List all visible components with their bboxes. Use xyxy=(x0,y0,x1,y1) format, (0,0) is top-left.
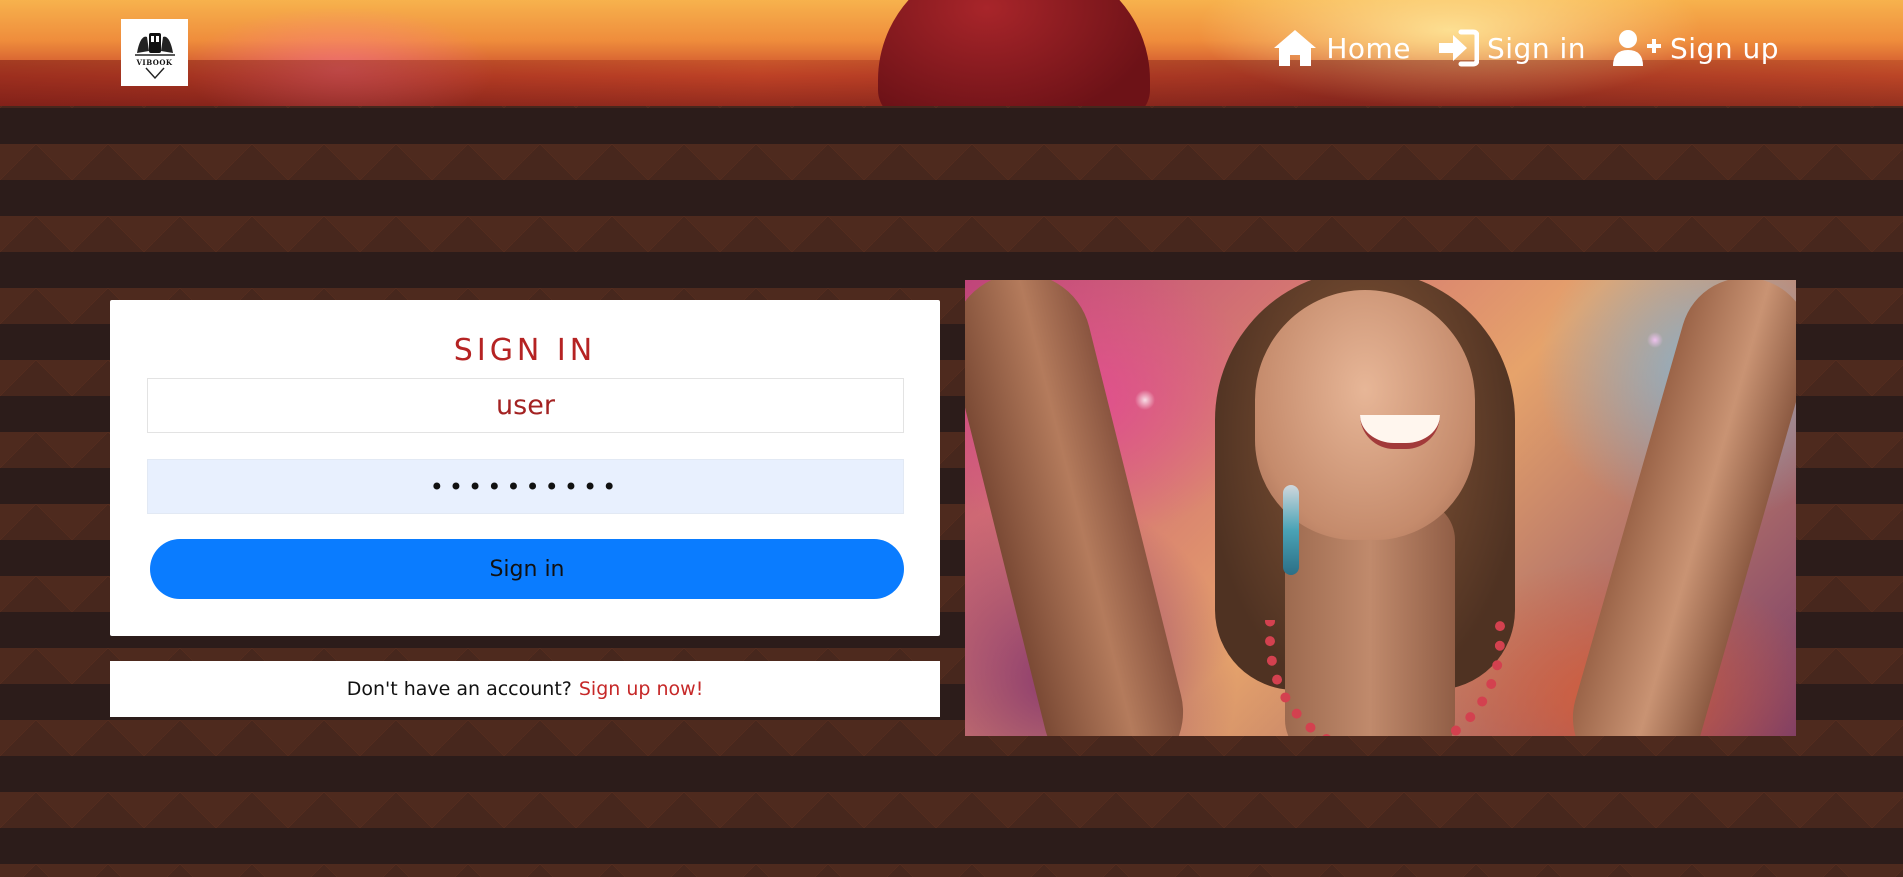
nav-sign-up[interactable]: Sign up xyxy=(1612,28,1779,68)
sign-in-button[interactable]: Sign in xyxy=(150,539,904,599)
sign-in-title: SIGN IN xyxy=(453,333,597,368)
sign-up-link[interactable]: Sign up now! xyxy=(579,678,703,700)
hero-arm-right xyxy=(1557,280,1796,736)
nav-home[interactable]: Home xyxy=(1272,28,1411,68)
logo-icon xyxy=(134,32,175,56)
nav-sign-up-label: Sign up xyxy=(1670,31,1779,65)
sign-in-icon xyxy=(1439,29,1479,67)
sign-up-prompt-text: Don't have an account? xyxy=(346,678,572,700)
header-background-photo xyxy=(878,0,1150,106)
nav-home-label: Home xyxy=(1326,31,1411,65)
nav-sign-in[interactable]: Sign in xyxy=(1437,29,1586,67)
sign-up-prompt: Don't have an account? Sign up now! xyxy=(110,661,940,717)
username-input[interactable] xyxy=(147,378,904,433)
logo-chevron-icon xyxy=(144,67,165,79)
logo-text: VIBOOK xyxy=(136,57,173,67)
hero-image xyxy=(965,280,1796,736)
password-input[interactable] xyxy=(147,459,904,514)
user-plus-icon xyxy=(1613,30,1661,66)
site-logo[interactable]: VIBOOK xyxy=(121,19,188,86)
top-navigation: Home Sign in Sign up xyxy=(1272,28,1779,68)
hero-necklace xyxy=(1265,620,1505,736)
sign-in-card: SIGN IN Sign in xyxy=(110,300,940,636)
nav-sign-in-label: Sign in xyxy=(1487,31,1586,65)
hero-arm-left xyxy=(965,280,1198,736)
hero-earring xyxy=(1283,485,1299,575)
header-banner: VIBOOK Home Sign in Sign up xyxy=(0,0,1903,106)
home-icon xyxy=(1274,30,1317,66)
